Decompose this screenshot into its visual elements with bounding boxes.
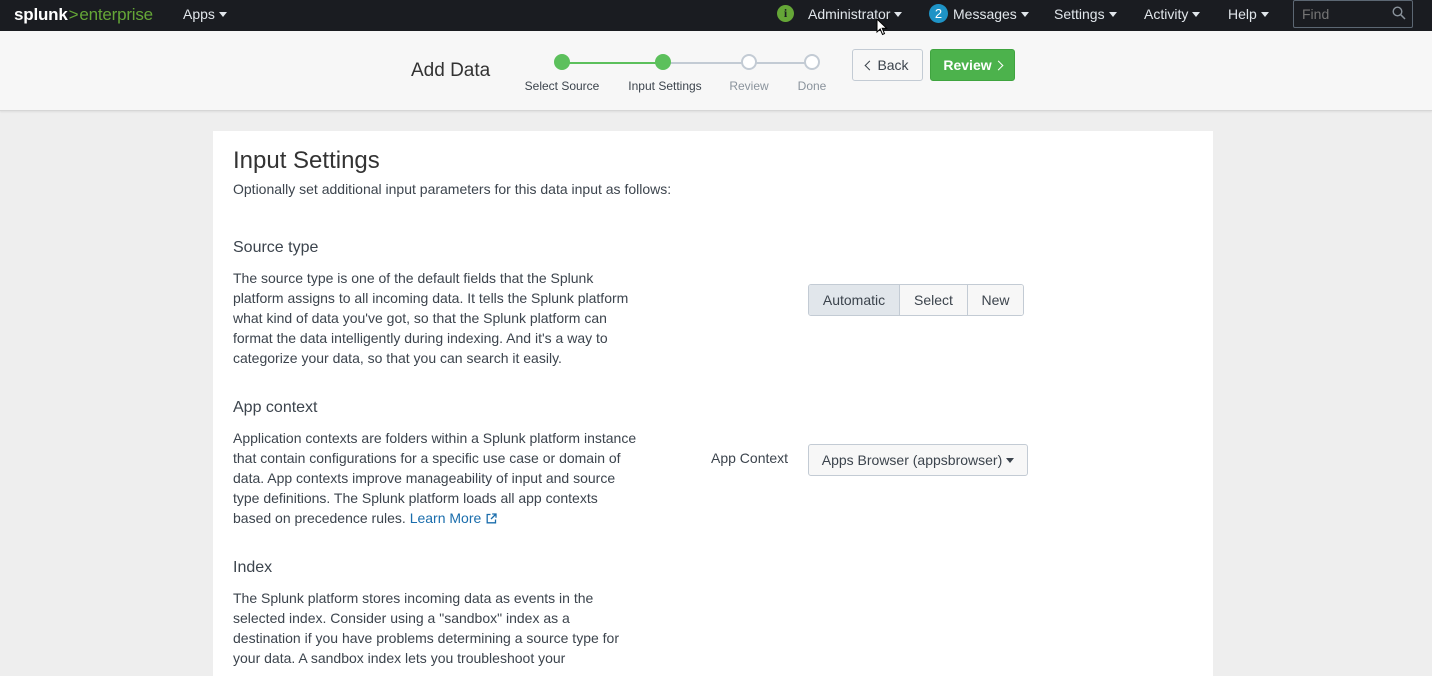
logo-separator: > (68, 5, 79, 24)
section-description: Optionally set additional input paramete… (233, 181, 672, 197)
back-button-label: Back (877, 57, 909, 73)
text-line: The Splunk platform stores incoming data… (233, 590, 594, 606)
text-line: format the data intelligently during ind… (233, 330, 608, 346)
app-context-selected-value: Apps Browser (appsbrowser) (821, 452, 1003, 468)
section-heading: Input Settings (233, 147, 380, 174)
splunk-enterprise-logo[interactable]: splunk>enterprise (14, 5, 153, 25)
text-line: that contain configurations for a specif… (233, 450, 621, 466)
top-navigation-bar: splunk>enterprise Apps i Administrator 2… (0, 0, 1432, 31)
input-settings-panel: Input Settings Optionally set additional… (213, 131, 1213, 676)
settings-menu-label: Settings (1054, 6, 1105, 22)
chevron-down-icon (218, 12, 227, 17)
source-type-description: The source type is one of the default fi… (233, 268, 638, 368)
step-connector-complete (562, 62, 663, 64)
step-review-dot (741, 54, 757, 70)
app-context-dropdown[interactable]: Apps Browser (appsbrowser) (808, 444, 1028, 476)
chevron-down-icon (1192, 12, 1201, 17)
messages-count-badge[interactable]: 2 (929, 4, 948, 23)
help-menu[interactable]: Help (1228, 6, 1269, 22)
add-data-wizard-header: Add Data Select Source Input Settings Re… (0, 31, 1432, 111)
learn-more-link[interactable]: Learn More (410, 510, 498, 526)
index-title: Index (233, 559, 273, 576)
external-link-icon (486, 513, 497, 524)
step-select-source-dot (554, 54, 570, 70)
administrator-menu[interactable]: Administrator (808, 6, 903, 22)
text-line: The source type is one of the default fi… (233, 270, 594, 286)
messages-menu[interactable]: Messages (953, 6, 1029, 22)
source-type-automatic-option[interactable]: Automatic (809, 285, 899, 315)
mouse-cursor-icon (876, 18, 888, 36)
text-line: your data. A sandbox index lets you trou… (233, 650, 566, 666)
step-done-dot (804, 54, 820, 70)
text-line: platform assigns to all incoming data. I… (233, 290, 629, 306)
step-connector-pending (663, 62, 812, 64)
app-context-field-label: App Context (711, 450, 789, 466)
chevron-down-icon (1020, 12, 1029, 17)
logo-splunk-text: splunk (14, 5, 68, 24)
step-done-label: Done (797, 79, 827, 93)
review-button-label: Review (943, 57, 992, 73)
settings-menu[interactable]: Settings (1054, 6, 1117, 22)
app-context-description: Application contexts are folders within … (233, 428, 653, 528)
apps-menu[interactable]: Apps (183, 6, 227, 22)
text-line: destination if you have problems determi… (233, 630, 619, 646)
learn-more-label: Learn More (409, 510, 482, 526)
step-select-source-label: Select Source (524, 79, 600, 93)
text-line: selected index. Consider using a "sandbo… (233, 610, 570, 626)
step-input-settings-dot (655, 54, 671, 70)
chevron-left-icon (864, 60, 875, 71)
text-line: type definitions. The Splunk platform lo… (233, 490, 598, 506)
page-title: Add Data (411, 60, 491, 81)
text-line: Application contexts are folders within … (233, 430, 637, 446)
text-line: what kind of data you've got, so that th… (233, 310, 607, 326)
review-button[interactable]: Review (930, 49, 1015, 81)
activity-menu[interactable]: Activity (1144, 6, 1201, 22)
source-type-title: Source type (233, 239, 319, 256)
text-line: data. App contexts improve manageability… (233, 470, 616, 486)
chevron-down-icon (1006, 458, 1015, 463)
chevron-down-icon (1260, 12, 1269, 17)
text-line: based on precedence rules. (233, 510, 406, 526)
source-type-new-option[interactable]: New (967, 285, 1023, 315)
info-icon[interactable]: i (777, 5, 794, 22)
index-description: The Splunk platform stores incoming data… (233, 588, 638, 668)
search-icon[interactable] (1392, 6, 1406, 20)
app-context-title: App context (233, 399, 318, 416)
text-line: categorize your data, so that you can se… (233, 350, 562, 366)
chevron-down-icon (1108, 12, 1117, 17)
activity-menu-label: Activity (1144, 6, 1189, 22)
logo-enterprise-text: enterprise (79, 5, 153, 24)
source-type-select-option[interactable]: Select (899, 285, 967, 315)
messages-menu-label: Messages (953, 6, 1017, 22)
chevron-right-icon (993, 60, 1004, 71)
text-line-with-link: based on precedence rules. Learn More (233, 508, 653, 528)
help-menu-label: Help (1228, 6, 1257, 22)
chevron-down-icon (894, 12, 903, 17)
source-type-segmented-control: Automatic Select New (808, 284, 1024, 316)
apps-menu-label: Apps (183, 6, 215, 22)
back-button[interactable]: Back (852, 49, 923, 81)
